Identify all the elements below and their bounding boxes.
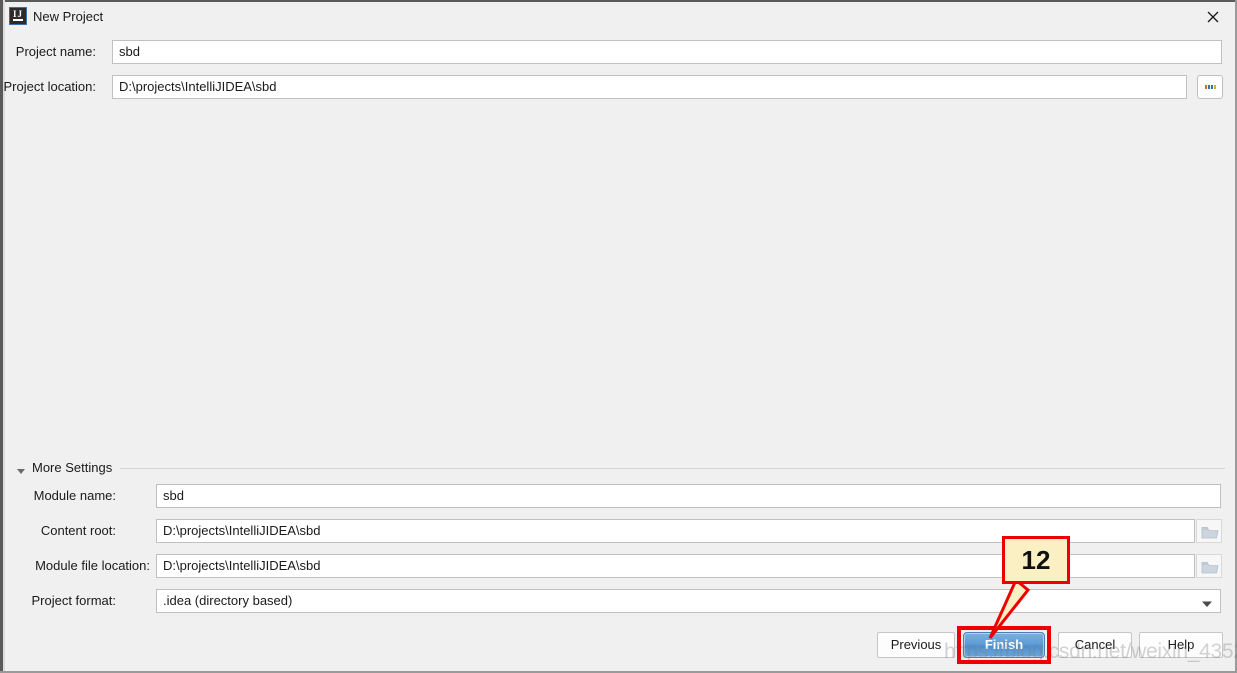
content-root-browse-button[interactable] — [1196, 519, 1222, 543]
chevron-down-icon[interactable] — [1200, 596, 1214, 607]
help-button[interactable]: Help — [1139, 632, 1223, 658]
window-title: New Project — [33, 9, 104, 24]
project-location-browse-button[interactable] — [1197, 75, 1223, 99]
project-location-input[interactable]: D:\projects\IntelliJIDEA\sbd — [112, 75, 1187, 99]
project-format-label: Project format: — [31, 593, 116, 608]
title-bar: IJ New Project — [5, 2, 1235, 32]
folder-icon — [1201, 527, 1219, 539]
module-file-location-browse-button[interactable] — [1196, 554, 1222, 578]
app-icon-underbar — [13, 19, 23, 21]
previous-button[interactable]: Previous — [877, 632, 955, 658]
new-project-dialog: IJ New Project Project name: sbd Project… — [0, 0, 1237, 673]
cancel-button[interactable]: Cancel — [1058, 632, 1132, 658]
more-settings-section-header[interactable]: More Settings — [0, 459, 1237, 477]
ellipsis-icon — [1198, 76, 1222, 98]
callout-step-number: 12 — [1021, 544, 1051, 575]
module-name-input[interactable]: sbd — [156, 484, 1221, 508]
module-name-label: Module name: — [33, 488, 116, 503]
close-icon[interactable] — [1203, 7, 1223, 27]
project-format-select[interactable]: .idea (directory based) — [156, 589, 1221, 613]
module-file-location-label: Module file location: — [35, 558, 150, 573]
finish-button[interactable]: Finish — [963, 632, 1045, 658]
project-name-label: Project name: — [15, 44, 96, 59]
more-settings-divider — [120, 468, 1225, 469]
project-name-input[interactable]: sbd — [112, 40, 1222, 64]
step-callout-badge: 12 — [1002, 536, 1070, 584]
content-root-label: Content root: — [40, 523, 116, 538]
intellij-idea-icon: IJ — [9, 7, 27, 25]
triangle-down-icon[interactable] — [16, 463, 26, 474]
folder-icon — [1201, 562, 1219, 574]
more-settings-label[interactable]: More Settings — [32, 459, 112, 476]
app-icon-letters: IJ — [12, 9, 23, 19]
project-location-label: Project location: — [3, 79, 97, 94]
